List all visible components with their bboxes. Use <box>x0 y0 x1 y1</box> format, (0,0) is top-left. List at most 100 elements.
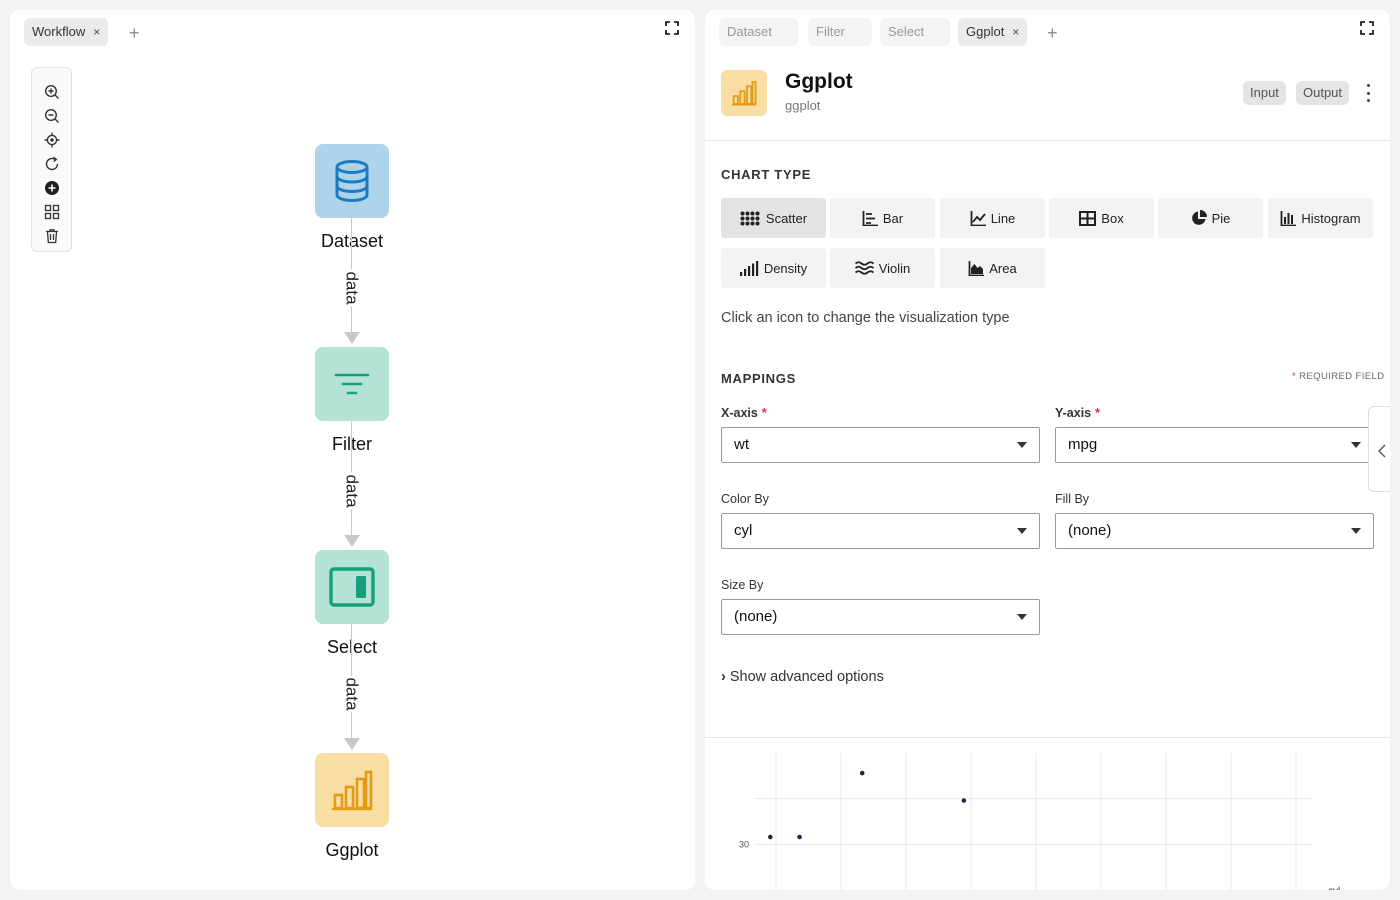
chart-type-histogram-button[interactable]: Histogram <box>1268 198 1373 238</box>
chart-type-label: Box <box>1101 210 1124 226</box>
edge-arrow-icon <box>344 332 360 344</box>
area-icon <box>968 260 985 276</box>
y-tick-label: 30 <box>739 839 749 849</box>
output-button[interactable]: Output <box>1296 81 1350 105</box>
pie-icon <box>1191 210 1207 225</box>
chart-type-label: Violin <box>878 260 911 276</box>
filter-icon <box>334 373 370 395</box>
box-icon <box>1079 210 1097 226</box>
tab-ggplot[interactable]: Ggplot × <box>958 18 1028 46</box>
scatter-point <box>961 798 967 803</box>
chart-type-pie-button[interactable]: Pie <box>1158 198 1263 238</box>
trash-icon[interactable] <box>43 227 61 245</box>
chart-type-label: Scatter <box>765 210 808 226</box>
tab-select[interactable]: Select <box>880 18 950 46</box>
chart-type-bar-button[interactable]: Bar <box>830 198 935 238</box>
line-icon <box>970 210 986 226</box>
chart-type-label: Density <box>763 260 808 276</box>
scatter-point <box>768 834 773 840</box>
chevron-right-icon: › <box>721 669 726 685</box>
scatter-point <box>859 770 865 776</box>
scatter-point <box>797 834 802 840</box>
dropdown-caret-icon <box>1017 614 1027 620</box>
node-label-ggplot: Ggplot <box>325 840 379 860</box>
edge-arrow-icon <box>344 535 360 547</box>
workflow-node-select[interactable] <box>315 550 389 624</box>
size-by-select[interactable]: (none) <box>721 599 1040 635</box>
color-by-label: Color By <box>721 492 769 506</box>
chart-type-label: Histogram <box>1301 210 1361 226</box>
density-icon <box>739 260 759 276</box>
chart-type-density-button[interactable]: Density <box>721 248 826 288</box>
mappings-heading: MAPPINGS <box>721 371 796 386</box>
workflow-panel: Workflow × + Dat <box>10 10 695 890</box>
y-axis-label: Y-axis * <box>1055 406 1101 420</box>
ggplot-preview-chart: 30 cyl <box>739 753 1340 890</box>
chart-type-box-button[interactable]: Box <box>1049 198 1154 238</box>
scatter-icon <box>740 211 760 225</box>
layout-icon[interactable] <box>43 203 61 221</box>
required-field-note: * REQUIRED FIELD <box>1292 371 1385 382</box>
workflow-node-dataset[interactable] <box>315 144 389 218</box>
divider <box>705 140 1390 141</box>
node-title: Ggplot <box>785 70 853 93</box>
x-axis-select[interactable]: wt <box>721 427 1040 463</box>
chevron-left-icon <box>1378 444 1386 458</box>
fill-by-select[interactable]: (none) <box>1055 513 1374 549</box>
x-axis-label: X-axis * <box>721 406 767 420</box>
tab-label: Ggplot <box>966 24 1005 39</box>
chart-type-line-button[interactable]: Line <box>940 198 1045 238</box>
chart-type-heading: CHART TYPE <box>721 167 812 182</box>
show-advanced-options-toggle[interactable]: › Show advanced options <box>721 669 884 685</box>
ggplot-node-icon <box>721 70 767 116</box>
dropdown-caret-icon <box>1351 528 1361 534</box>
collapse-panel-handle[interactable] <box>1368 406 1390 492</box>
center-icon[interactable] <box>43 131 61 149</box>
input-button[interactable]: Input <box>1243 81 1286 105</box>
bar-chart-icon <box>332 770 373 811</box>
edge-label: data <box>342 675 362 713</box>
edge-arrow-icon <box>344 738 360 750</box>
chart-type-area-button[interactable]: Area <box>940 248 1045 288</box>
legend-title: cyl <box>1328 886 1340 890</box>
color-by-select[interactable]: cyl <box>721 513 1040 549</box>
add-node-icon[interactable] <box>43 179 61 197</box>
chart-type-violin-button[interactable]: Violin <box>830 248 935 288</box>
y-axis-select[interactable]: mpg <box>1055 427 1374 463</box>
size-by-label: Size By <box>721 578 764 592</box>
tab-dataset[interactable]: Dataset <box>719 18 798 46</box>
workflow-node-ggplot[interactable] <box>315 753 389 827</box>
violin-icon <box>854 261 874 275</box>
zoom-in-icon[interactable] <box>43 83 61 101</box>
select-columns-icon <box>329 567 375 607</box>
add-tab-icon[interactable]: + <box>129 23 140 43</box>
close-tab-icon[interactable]: × <box>1012 25 1019 39</box>
dropdown-caret-icon <box>1017 528 1027 534</box>
chart-type-scatter-button[interactable]: Scatter <box>721 198 826 238</box>
fullscreen-icon[interactable] <box>665 21 679 35</box>
node-label-dataset: Dataset <box>272 231 432 252</box>
divider <box>705 737 1390 738</box>
tab-filter[interactable]: Filter <box>808 18 872 46</box>
node-subtitle: ggplot <box>785 98 821 113</box>
chart-type-label: Line <box>990 210 1016 226</box>
chart-type-label: Pie <box>1211 210 1231 226</box>
more-options-icon[interactable] <box>1361 84 1375 102</box>
fullscreen-icon[interactable] <box>1360 21 1374 35</box>
database-icon <box>335 160 369 203</box>
workflow-node-filter[interactable] <box>315 347 389 421</box>
tab-workflow[interactable]: Workflow × <box>24 18 109 46</box>
zoom-out-icon[interactable] <box>43 107 61 125</box>
histogram-icon <box>1280 210 1297 226</box>
node-label-select: Select <box>326 637 378 657</box>
bar-chart-icon <box>731 81 757 106</box>
refresh-icon[interactable] <box>43 155 61 173</box>
dropdown-caret-icon <box>1351 442 1361 448</box>
add-tab-icon[interactable]: + <box>1047 23 1058 43</box>
close-tab-icon[interactable]: × <box>93 25 100 39</box>
chart-type-label: Area <box>989 260 1017 276</box>
dropdown-caret-icon <box>1017 442 1027 448</box>
canvas-toolbar <box>31 67 72 252</box>
chart-type-hint: Click an icon to change the visualizatio… <box>721 310 1010 326</box>
edge-label: data <box>342 472 362 510</box>
